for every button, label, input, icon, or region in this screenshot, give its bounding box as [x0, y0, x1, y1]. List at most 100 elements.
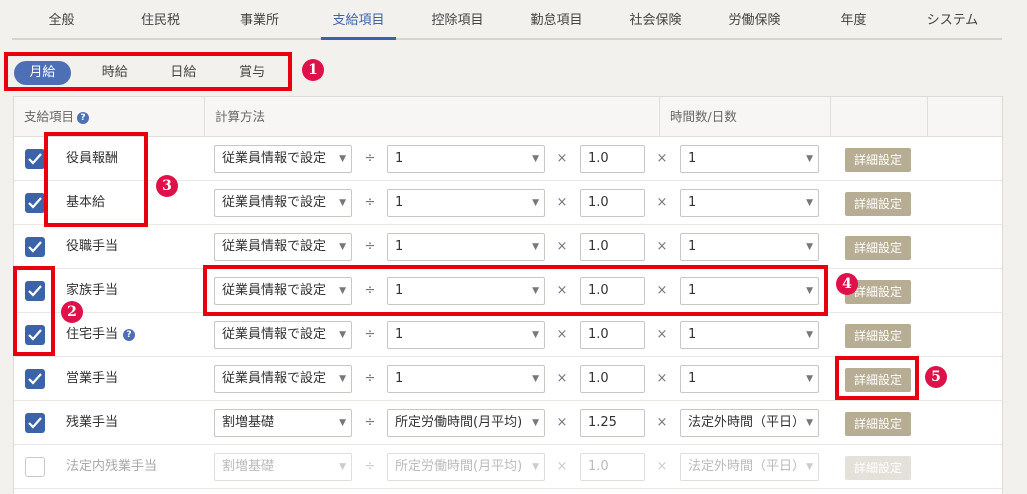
- divisor-select[interactable]: 1 ▼: [387, 321, 545, 349]
- divisor-select[interactable]: 1 ▼: [387, 365, 545, 393]
- factor-input[interactable]: 1.25: [580, 409, 645, 437]
- chevron-down-icon: ▼: [532, 330, 539, 340]
- chevron-down-icon: ▼: [532, 462, 539, 472]
- times-sign: ×: [556, 415, 568, 430]
- method-select[interactable]: 従業員情報で設定 ▼: [214, 277, 352, 305]
- tab-social-insurance[interactable]: 社会保険: [606, 0, 705, 38]
- table-row: 役職手当 従業員情報で設定 ▼ ÷ 1 ▼ × 1.0 × 1 ▼ 詳細設定: [14, 225, 1002, 269]
- times-sign: ×: [656, 195, 668, 210]
- table-row: 営業手当 従業員情報で設定 ▼ ÷ 1 ▼ × 1.0 × 1 ▼ 詳細設定: [14, 357, 1002, 401]
- divisor-select[interactable]: 1 ▼: [387, 189, 545, 217]
- times-sign: ×: [556, 459, 568, 474]
- divisor-select[interactable]: 所定労働時間(月平均) ▼: [387, 409, 545, 437]
- tab-payment-items[interactable]: 支給項目: [309, 0, 408, 40]
- detail-settings-button[interactable]: 詳細設定: [845, 412, 911, 436]
- chevron-down-icon: ▼: [339, 462, 346, 472]
- item-name: 基本給: [66, 195, 106, 210]
- tab-system[interactable]: システム: [903, 0, 1002, 38]
- hours-select[interactable]: 1 ▼: [680, 321, 819, 349]
- pay-type-monthly[interactable]: 月給: [14, 61, 71, 85]
- factor-input[interactable]: 1.0: [580, 189, 645, 217]
- tab-office[interactable]: 事業所: [210, 0, 309, 38]
- hours-select[interactable]: 1 ▼: [680, 277, 819, 305]
- chevron-down-icon: ▼: [339, 198, 346, 208]
- times-sign: ×: [556, 239, 568, 254]
- header-method: 計算方法: [205, 97, 660, 137]
- row-checkbox[interactable]: [25, 149, 45, 169]
- method-select[interactable]: 従業員情報で設定 ▼: [214, 321, 352, 349]
- factor-input[interactable]: 1.0: [580, 277, 645, 305]
- times-sign: ×: [556, 283, 568, 298]
- times-sign: ×: [656, 327, 668, 342]
- chevron-down-icon: ▼: [806, 242, 813, 252]
- factor-input[interactable]: 1.0: [580, 365, 645, 393]
- divisor-select[interactable]: 1 ▼: [387, 145, 545, 173]
- pay-type-daily[interactable]: 日給: [152, 61, 216, 85]
- factor-input[interactable]: 1.0: [580, 453, 645, 481]
- hours-select[interactable]: 1 ▼: [680, 145, 819, 173]
- detail-settings-button[interactable]: 詳細設定: [845, 192, 911, 216]
- method-select[interactable]: 割増基礎 ▼: [214, 453, 352, 481]
- factor-input[interactable]: 1.0: [580, 321, 645, 349]
- method-select[interactable]: 従業員情報で設定 ▼: [214, 233, 352, 261]
- chevron-down-icon: ▼: [806, 286, 813, 296]
- divisor-select[interactable]: 1 ▼: [387, 277, 545, 305]
- tab-resident-tax[interactable]: 住民税: [111, 0, 210, 38]
- row-checkbox[interactable]: [25, 369, 45, 389]
- divisor-select[interactable]: 所定労働時間(月平均) ▼: [387, 453, 545, 481]
- method-select[interactable]: 従業員情報で設定 ▼: [214, 189, 352, 217]
- detail-settings-button[interactable]: 詳細設定: [845, 148, 911, 172]
- hours-select[interactable]: 法定外時間（平日） ▼: [680, 453, 819, 481]
- tab-attendance-items[interactable]: 勤怠項目: [507, 0, 606, 38]
- item-name: 法定内残業手当: [66, 459, 158, 474]
- row-checkbox[interactable]: [25, 457, 45, 477]
- chevron-down-icon: ▼: [532, 154, 539, 164]
- tab-deduction-items[interactable]: 控除項目: [408, 0, 507, 38]
- divide-sign: ÷: [364, 371, 376, 386]
- times-sign: ×: [556, 151, 568, 166]
- tab-general[interactable]: 全般: [12, 0, 111, 38]
- detail-settings-button[interactable]: 詳細設定: [845, 236, 911, 260]
- method-select[interactable]: 割増基礎 ▼: [214, 409, 352, 437]
- divide-sign: ÷: [364, 459, 376, 474]
- row-checkbox[interactable]: [25, 413, 45, 433]
- annotation-badge-3: 3: [156, 175, 178, 197]
- chevron-down-icon: ▼: [806, 198, 813, 208]
- tab-fiscal-year[interactable]: 年度: [804, 0, 903, 38]
- help-icon[interactable]: ?: [123, 329, 135, 341]
- item-name: 役員報酬: [66, 151, 119, 166]
- chevron-down-icon: ▼: [339, 286, 346, 296]
- method-select[interactable]: 従業員情報で設定 ▼: [214, 145, 352, 173]
- factor-input[interactable]: 1.0: [580, 233, 645, 261]
- detail-settings-button[interactable]: 詳細設定: [845, 456, 911, 480]
- hours-select[interactable]: 1 ▼: [680, 233, 819, 261]
- divisor-select[interactable]: 1 ▼: [387, 233, 545, 261]
- row-checkbox[interactable]: [25, 193, 45, 213]
- table-row: 役員報酬 従業員情報で設定 ▼ ÷ 1 ▼ × 1.0 × 1 ▼ 詳細設定: [14, 137, 1002, 181]
- detail-settings-button[interactable]: 詳細設定: [845, 324, 911, 348]
- row-checkbox[interactable]: [25, 325, 45, 345]
- chevron-down-icon: ▼: [532, 286, 539, 296]
- hours-select[interactable]: 1 ▼: [680, 365, 819, 393]
- chevron-down-icon: ▼: [339, 242, 346, 252]
- table-row: 住宅手当 従業員情報で設定 ▼ ÷ 1 ▼ × 1.0 × 1 ▼ 詳細設定?: [14, 313, 1002, 357]
- method-select[interactable]: 従業員情報で設定 ▼: [214, 365, 352, 393]
- times-sign: ×: [556, 327, 568, 342]
- divide-sign: ÷: [364, 415, 376, 430]
- times-sign: ×: [556, 195, 568, 210]
- detail-settings-button[interactable]: 詳細設定: [845, 368, 911, 392]
- chevron-down-icon: ▼: [806, 154, 813, 164]
- pay-type-hourly[interactable]: 時給: [83, 61, 147, 85]
- row-checkbox[interactable]: [25, 237, 45, 257]
- chevron-down-icon: ▼: [532, 198, 539, 208]
- help-icon[interactable]: ?: [77, 112, 90, 124]
- hours-select[interactable]: 1 ▼: [680, 189, 819, 217]
- tab-labor-insurance[interactable]: 労働保険: [705, 0, 804, 38]
- chevron-down-icon: ▼: [339, 330, 346, 340]
- hours-select[interactable]: 法定外時間（平日） ▼: [680, 409, 819, 437]
- pay-type-bonus[interactable]: 賞与: [220, 61, 284, 85]
- row-checkbox[interactable]: [25, 281, 45, 301]
- annotation-badge-5: 5: [925, 366, 947, 388]
- factor-input[interactable]: 1.0: [580, 145, 645, 173]
- chevron-down-icon: ▼: [532, 418, 539, 428]
